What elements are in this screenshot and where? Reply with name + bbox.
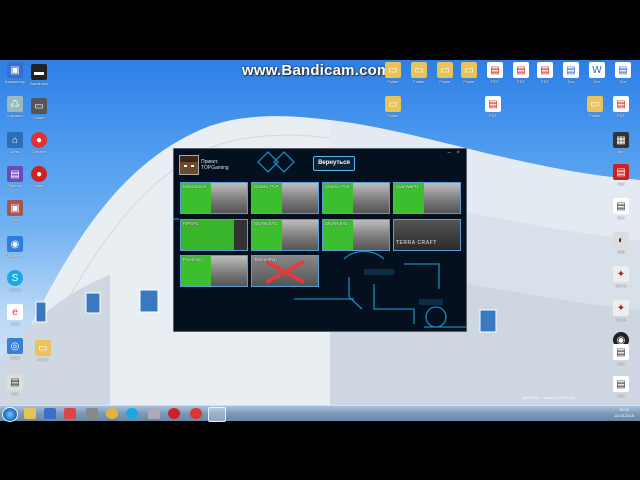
opera-icon[interactable] — [64, 408, 76, 419]
chrome-icon[interactable] — [190, 408, 202, 419]
folder-icon[interactable]: ▭ Folder — [406, 62, 432, 84]
server-tile[interactable]: ClanWar#1 — [393, 182, 461, 214]
document-icon[interactable]: W Doc — [584, 62, 610, 84]
server-tile[interactable]: SkyTech#1 — [251, 219, 319, 251]
server-tile[interactable]: TechnoPvp — [251, 255, 319, 287]
taskbar: 15:29 14.03.2015 — [0, 405, 640, 422]
desktop-icon-app2[interactable]: ▭ Game — [26, 98, 52, 120]
skype-icon[interactable]: S Skype — [2, 270, 28, 292]
server-tile[interactable]: MiniGames — [180, 182, 248, 214]
server-tile[interactable]: SkyTech#2 — [322, 219, 390, 251]
server-tile-label: ClanWar#1 — [396, 184, 419, 189]
document-icon[interactable]: ▤ Doc — [608, 198, 634, 220]
greeting-username: TOPGaming — [201, 165, 229, 171]
document-icon[interactable]: ▤ Doc — [608, 344, 634, 366]
pdf-icon[interactable]: ▤ PDF — [608, 96, 634, 118]
document-icon[interactable]: ▤ Doc — [610, 62, 636, 84]
app-icon[interactable] — [148, 408, 160, 419]
folder-icon[interactable]: ▭ Folder — [432, 62, 458, 84]
folder-icon[interactable]: ▭ Folder — [380, 96, 406, 118]
desktop-icon-app[interactable]: ▬ Bandicam — [26, 64, 52, 86]
pdf-icon[interactable]: ▤ PDF — [480, 96, 506, 118]
desktop: www.Bandicam.com ▣ Компьютер ▬ Bandicam ♺ К… — [0, 60, 640, 420]
user-avatar — [179, 155, 199, 175]
window-controls[interactable]: – × — [447, 150, 462, 156]
media-player-icon[interactable] — [44, 408, 56, 419]
server-tile-label: RPG#1 — [183, 221, 199, 226]
server-tile-label: Classic PvE — [325, 184, 350, 189]
desktop-icon-app3[interactable]: ▦ App — [608, 132, 634, 154]
folder-icon[interactable]: ▭ Folder — [30, 340, 56, 362]
server-tile-label: SkyTech#1 — [254, 221, 277, 226]
desktop-icon-game2[interactable]: ✦ Game — [608, 266, 634, 288]
bandicam-watermark: www.Bandicam.com — [242, 62, 391, 79]
document-icon[interactable]: ▤ Doc — [558, 62, 584, 84]
desktop-icon-doc[interactable]: ▤ Doc — [2, 374, 28, 396]
server-tile[interactable]: Classic PvE — [322, 182, 390, 214]
chrome-icon[interactable]: ● Chrome — [26, 132, 52, 154]
skype-icon[interactable] — [126, 408, 138, 419]
desktop-icon-control[interactable]: ▤ Панель — [2, 166, 28, 188]
clock-date: 14.03.2015 — [613, 413, 634, 418]
server-tile-label: Pixelmon — [183, 257, 202, 262]
recording-status: 1600x900 Запись [00:01:24] — [522, 395, 575, 400]
server-tile-label: MiniGames — [183, 184, 207, 189]
folder-icon[interactable]: ▭ Folder — [582, 96, 608, 118]
desktop-icon-computer[interactable]: ▣ Компьютер — [2, 62, 28, 84]
desktop-icon-tool[interactable]: ▣ Tool — [2, 200, 28, 222]
desktop-icon-browser[interactable]: ◉ Browser — [2, 236, 28, 258]
server-tile-label: SkyTech#2 — [325, 221, 348, 226]
server-tile[interactable]: Classic PvP — [251, 182, 319, 214]
desktop-icon-network[interactable]: ⌂ Сеть — [2, 132, 28, 154]
system-clock[interactable]: 15:29 14.03.2015 — [614, 407, 634, 419]
game-icon[interactable] — [168, 408, 180, 419]
folder-icon[interactable]: ▭ Folder — [380, 62, 406, 84]
desktop-icon-app5[interactable]: ◐ App — [608, 232, 634, 254]
desktop-icon-game[interactable]: ● Game — [26, 166, 52, 188]
game-launcher-window: – × Привет, TOPGaming Вернуться MiniGame… — [173, 148, 467, 332]
desktop-icon-recycle-bin[interactable]: ♺ Корзина — [2, 96, 28, 118]
chrome-icon[interactable] — [106, 408, 118, 419]
pdf-icon[interactable]: ▤ PDF — [508, 62, 534, 84]
document-icon[interactable]: ▤ Doc — [608, 376, 634, 398]
pdf-icon[interactable]: ▤ PDF — [482, 62, 508, 84]
launcher-taskbar-button[interactable] — [208, 407, 226, 422]
server-tile-label: Classic PvP — [254, 184, 279, 189]
terraria-logo: TERRA CRAFT — [396, 240, 437, 246]
server-tile[interactable]: TERRA CRAFT — [393, 219, 461, 251]
server-tile[interactable]: RPG#1 — [180, 219, 248, 251]
desktop-icon-app4[interactable]: ▤ App — [608, 164, 634, 186]
app-icon[interactable] — [86, 408, 98, 419]
desktop-icon-util[interactable]: ◎ Utility — [2, 338, 28, 360]
back-button[interactable]: Вернуться — [313, 156, 355, 171]
greeting: Привет, TOPGaming — [201, 159, 229, 171]
pdf-icon[interactable]: ▤ PDF — [532, 62, 558, 84]
recording-resolution: 1600x900 — [522, 395, 540, 400]
start-button[interactable] — [2, 407, 18, 422]
server-tile[interactable]: Pixelmon — [180, 255, 248, 287]
server-tile-label: TechnoPvp — [254, 257, 277, 262]
desktop-icon-game3[interactable]: ✦ Game — [608, 300, 634, 322]
folder-icon[interactable]: ▭ Folder — [456, 62, 482, 84]
ebay-icon[interactable]: e eBay — [2, 304, 28, 326]
recording-timer: Запись [00:01:24] — [542, 395, 575, 400]
explorer-icon[interactable] — [24, 408, 36, 419]
